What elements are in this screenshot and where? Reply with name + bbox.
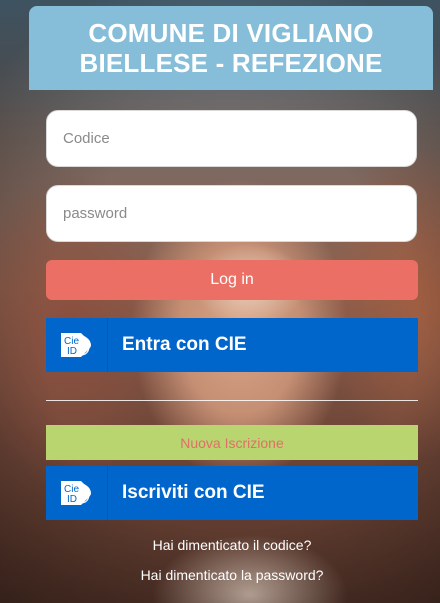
cie-logo-line-2: ID [67, 494, 77, 505]
cie-logo-line-2: ID [67, 346, 77, 357]
site-title-line-1: COMUNE DI VIGLIANO [88, 18, 374, 48]
cie-login-button[interactable]: Cie ID Entra con CIE [46, 318, 418, 372]
login-page: COMUNE DI VIGLIANO BIELLESE - REFEZIONE … [0, 0, 440, 603]
cie-login-label: Entra con CIE [122, 334, 247, 355]
cie-logo: Cie ID [46, 318, 108, 372]
login-button-label: Log in [210, 271, 254, 288]
cie-id-icon: Cie ID [60, 333, 91, 357]
cie-register-button[interactable]: Cie ID Iscriviti con CIE [46, 466, 418, 520]
password-input[interactable] [46, 185, 417, 242]
cie-register-label: Iscriviti con CIE [122, 482, 265, 503]
site-title: COMUNE DI VIGLIANO BIELLESE - REFEZIONE [79, 18, 382, 78]
new-registration-button[interactable]: Nuova Iscrizione [46, 425, 418, 460]
cie-logo: Cie ID [46, 466, 108, 520]
site-title-line-2: BIELLESE - REFEZIONE [79, 48, 383, 78]
cie-id-icon: Cie ID [60, 481, 91, 505]
forgot-code-link[interactable]: Hai dimenticato il codice? [0, 537, 440, 553]
divider [46, 400, 418, 401]
code-input[interactable] [46, 110, 417, 167]
login-button[interactable]: Log in [46, 260, 418, 300]
forgot-password-link[interactable]: Hai dimenticato la password? [0, 567, 440, 583]
new-registration-label: Nuova Iscrizione [180, 434, 284, 451]
header-banner: COMUNE DI VIGLIANO BIELLESE - REFEZIONE [29, 6, 433, 90]
